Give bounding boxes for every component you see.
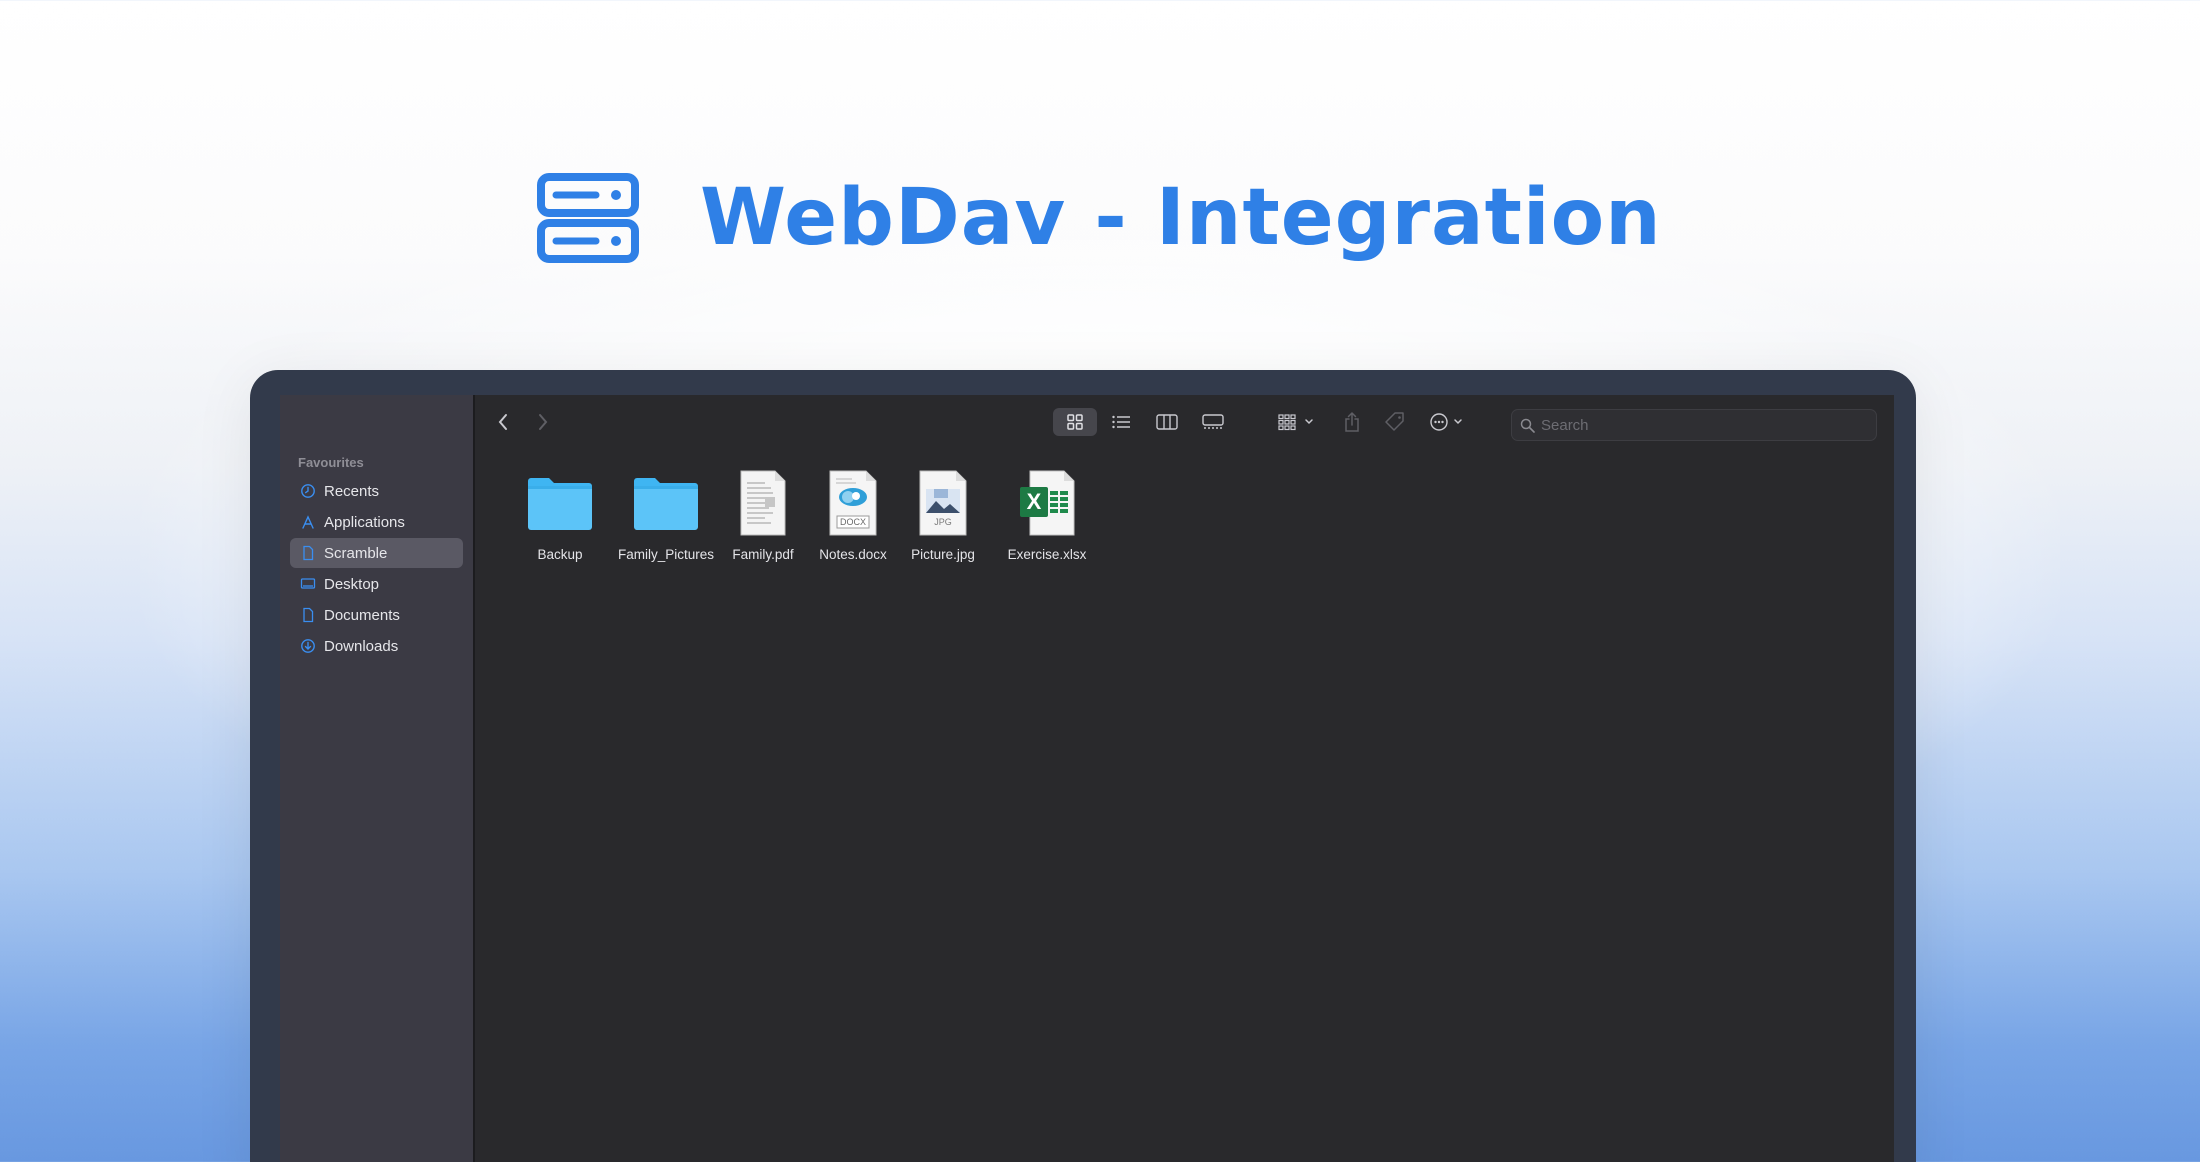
file-grid: Backup Family_Pictures Family.pdf DOCX N… [510,467,1092,562]
gallery-view-icon [1202,414,1224,429]
download-icon [301,639,315,653]
sidebar-item-documents[interactable]: Documents [290,600,463,630]
search-field[interactable] [1511,409,1877,441]
xlsx-badge: X [1027,489,1042,514]
sidebar-item-downloads[interactable]: Downloads [290,631,463,661]
docx-file-icon: DOCX [828,467,878,539]
search-input[interactable] [1541,416,1861,434]
hero-header: WebDav - Integration [536,168,1662,268]
file-label: Family.pdf [732,547,794,562]
document-icon [303,545,314,561]
sidebar-item-label: Downloads [324,637,399,655]
sidebar-item-scramble[interactable]: Scramble [290,538,463,568]
applications-icon [302,515,314,529]
file-item-backup[interactable]: Backup [510,467,610,562]
document-icon [303,607,314,623]
gallery-view-button[interactable] [1195,408,1231,436]
sidebar-item-label: Documents [324,606,400,624]
file-item-family-pdf[interactable]: Family.pdf [718,467,808,562]
back-button[interactable] [491,408,515,436]
toolbar [475,395,1894,447]
laptop-frame: Favourites Recents Applications Scramble… [250,370,1916,1162]
list-view-button[interactable] [1103,408,1139,436]
jpg-badge: JPG [934,517,952,527]
tag-button[interactable] [1380,408,1410,436]
file-label: Exercise.xlsx [1007,547,1087,562]
file-item-family-pictures[interactable]: Family_Pictures [616,467,716,562]
file-label: Family_Pictures [617,547,715,562]
xlsx-file-icon: X [1016,467,1078,539]
file-item-exercise-xlsx[interactable]: X Exercise.xlsx [1002,467,1092,562]
pdf-file-icon [739,467,787,539]
icon-view-icon [1067,414,1083,430]
forward-button[interactable] [531,408,555,436]
forward-icon [539,414,548,430]
folder-icon [525,467,595,539]
sidebar-item-recents[interactable]: Recents [290,476,463,506]
back-icon [498,414,507,430]
sidebar-section-title: Favourites [298,455,364,470]
desktop-icon [300,578,316,589]
file-item-picture-jpg[interactable]: JPG Picture.jpg [898,467,988,562]
list-view-icon [1112,415,1130,429]
docx-badge: DOCX [840,517,866,527]
file-label: Backup [537,547,583,562]
sidebar-item-label: Recents [324,482,380,500]
group-button[interactable] [1275,408,1323,436]
sidebar-item-applications[interactable]: Applications [290,507,463,537]
main-pane: Backup Family_Pictures Family.pdf [475,395,1894,1162]
jpg-file-icon: JPG [918,467,968,539]
hero-title: WebDav - Integration [700,173,1662,263]
clock-icon [301,484,315,498]
column-view-icon [1156,414,1178,430]
share-icon [1345,411,1359,432]
column-view-button[interactable] [1149,408,1185,436]
sidebar-item-label: Applications [324,513,405,531]
icon-view-button[interactable] [1053,408,1097,436]
file-item-notes-docx[interactable]: DOCX Notes.docx [808,467,898,562]
file-label: Picture.jpg [911,547,975,562]
finder-window: Favourites Recents Applications Scramble… [280,395,1894,1162]
sidebar-item-desktop[interactable]: Desktop [290,569,463,599]
group-icon [1278,414,1313,431]
server-icon [537,173,639,263]
tag-icon [1385,412,1404,431]
share-button[interactable] [1337,408,1367,436]
sidebar: Favourites Recents Applications Scramble… [280,395,475,1162]
more-actions-icon [1430,413,1462,431]
file-label: Notes.docx [819,547,887,562]
more-actions-button[interactable] [1427,408,1475,436]
folder-icon [631,467,701,539]
sidebar-item-label: Scramble [324,544,388,562]
search-icon [1520,418,1535,433]
sidebar-item-label: Desktop [324,575,380,593]
